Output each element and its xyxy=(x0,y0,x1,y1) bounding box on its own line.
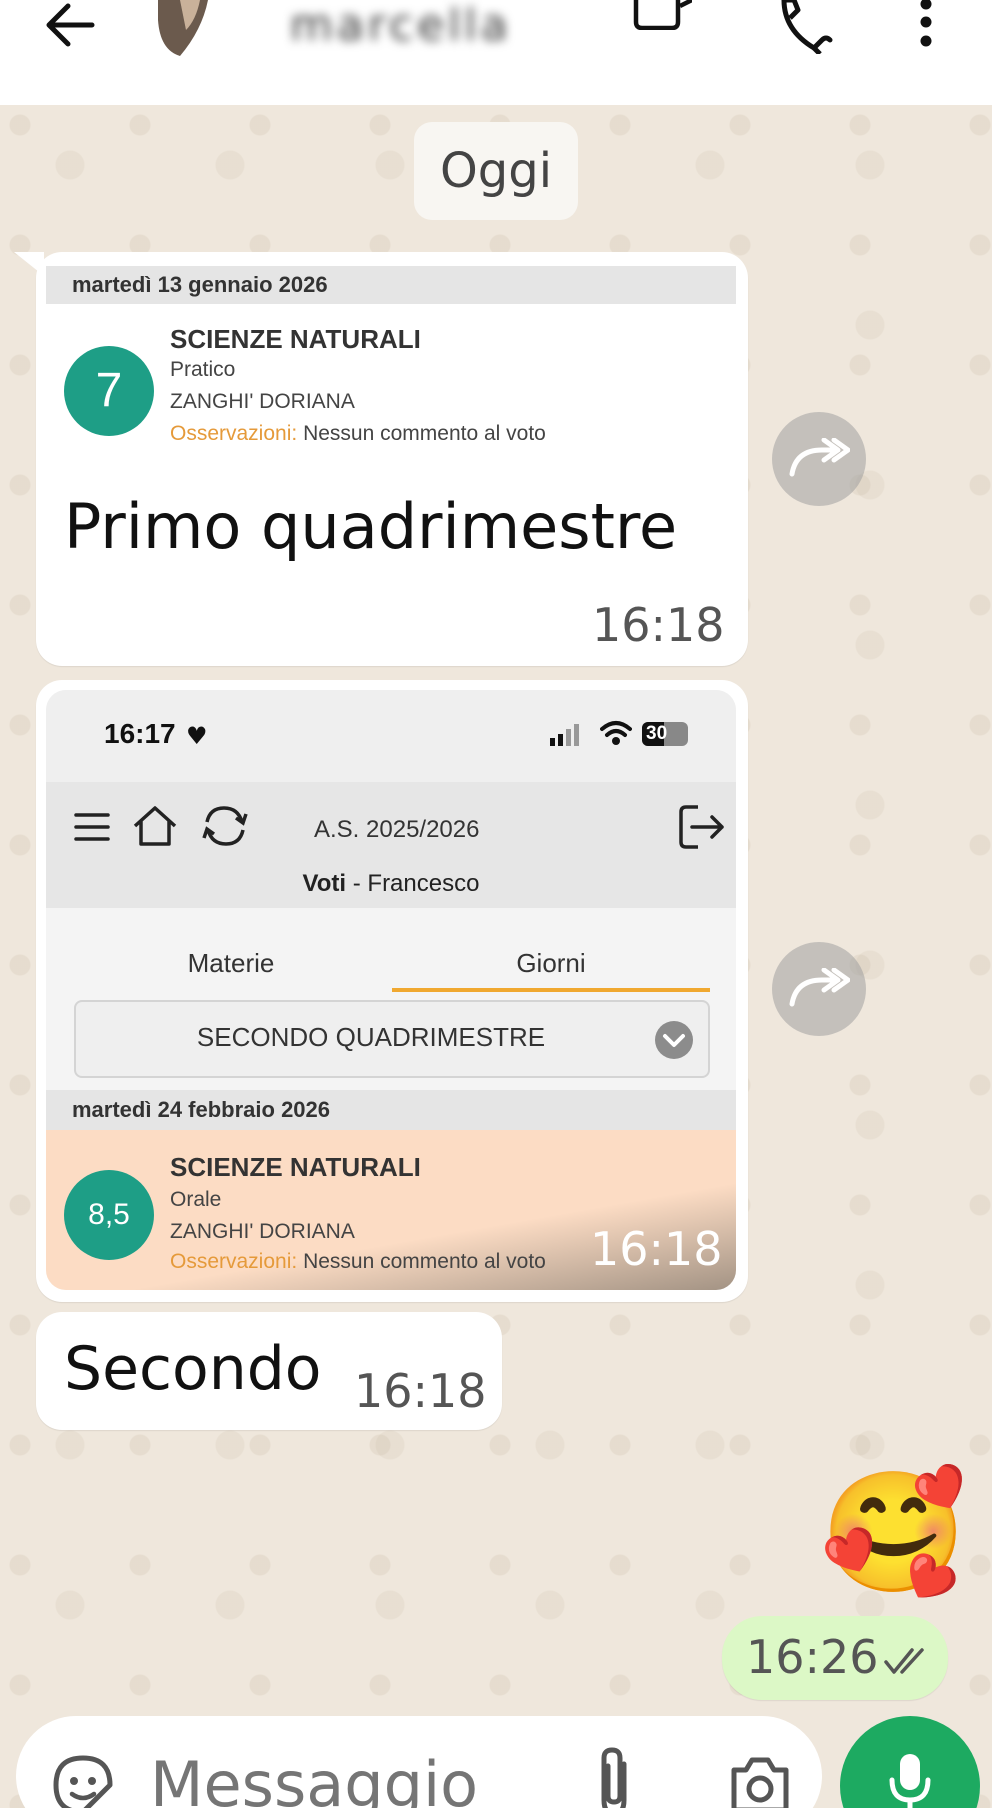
screenshot-status-bar: 16:17 ♥ 30 xyxy=(46,690,736,782)
grade-row: 8,5 SCIENZE NATURALI Orale ZANGHI' DORIA… xyxy=(46,1130,736,1290)
message-time: 16:18 xyxy=(354,1364,487,1418)
card-type: Pratico xyxy=(170,358,236,381)
grades-title: Voti - Francesco xyxy=(46,870,736,898)
wifi-icon xyxy=(600,721,632,745)
back-arrow-icon[interactable] xyxy=(40,0,100,54)
message-bubble[interactable]: martedì 13 gennaio 2026 7 SCIENZE NATURA… xyxy=(14,252,748,666)
card-subject: SCIENZE NATURALI xyxy=(170,324,421,354)
more-options-icon[interactable] xyxy=(918,0,934,54)
chevron-down-icon xyxy=(655,1021,693,1059)
forward-icon xyxy=(789,438,850,477)
forward-button[interactable] xyxy=(772,412,866,506)
message-text: Secondo xyxy=(64,1334,322,1404)
school-year: A.S. 2025/2026 xyxy=(314,816,480,843)
camera-icon[interactable] xyxy=(728,1754,792,1808)
video-call-icon[interactable] xyxy=(632,0,694,34)
card-observation: Osservazioni: Nessun commento al voto xyxy=(170,422,546,446)
active-tab-indicator xyxy=(392,988,710,992)
voice-call-icon[interactable] xyxy=(774,0,834,58)
card-teacher: ZANGHI' DORIANA xyxy=(170,390,355,413)
bubble-tail xyxy=(14,252,44,276)
card-subject: SCIENZE NATURALI xyxy=(170,1152,421,1182)
date-chip: Oggi xyxy=(414,122,578,220)
screenshot-tabs-area: Materie Giorni SECONDO QUADRIMESTRE xyxy=(46,908,736,1078)
message-bubble[interactable]: Secondo 16:18 xyxy=(36,1312,502,1430)
signal-icon xyxy=(550,724,579,746)
outgoing-time-bubble[interactable]: 16:26 xyxy=(722,1616,948,1700)
grade-card: martedì 13 gennaio 2026 7 SCIENZE NATURA… xyxy=(46,266,736,446)
chat-header: marcella xyxy=(0,0,992,105)
tab-materie: Materie xyxy=(187,948,275,978)
forward-icon xyxy=(789,968,850,1007)
card-observation: Osservazioni: Nessun commento al voto xyxy=(170,1250,546,1274)
period-select: SECONDO QUADRIMESTRE xyxy=(74,1000,710,1078)
message-composer[interactable] xyxy=(16,1716,822,1808)
battery-level: 30 xyxy=(646,723,668,744)
observation-text: Nessun commento al voto xyxy=(303,422,546,445)
emoji-message[interactable]: 🥰 xyxy=(820,1462,967,1602)
menu-icon xyxy=(74,813,110,841)
forward-button[interactable] xyxy=(772,942,866,1036)
contact-name[interactable]: marcella xyxy=(290,0,512,51)
grades-title-bold: Voti xyxy=(302,870,347,897)
attach-icon[interactable] xyxy=(594,1746,634,1808)
screenshot-image[interactable]: 16:17 ♥ 30 A.S. 2025/2026 Voti - Frances… xyxy=(46,690,736,1290)
refresh-icon xyxy=(202,806,248,846)
grade-badge: 7 xyxy=(64,346,154,436)
message-text: Primo quadrimestre xyxy=(64,490,678,563)
period-select-value: SECONDO QUADRIMESTRE xyxy=(196,1022,546,1052)
observation-label: Osservazioni: xyxy=(170,422,298,445)
grade-badge: 8,5 xyxy=(64,1170,154,1260)
observation-text: Nessun commento al voto xyxy=(303,1250,546,1273)
card-type: Orale xyxy=(170,1188,222,1211)
heart-icon: ♥ xyxy=(186,722,208,750)
card-teacher: ZANGHI' DORIANA xyxy=(170,1220,355,1243)
message-time: 16:18 xyxy=(590,1222,723,1276)
sticker-icon[interactable] xyxy=(52,1754,114,1808)
screenshot-app-header: A.S. 2025/2026 Voti - Francesco xyxy=(46,782,736,908)
home-icon xyxy=(133,806,177,846)
message-time: 16:18 xyxy=(592,598,725,652)
observation-label: Osservazioni: xyxy=(170,1250,298,1273)
image-message-bubble[interactable]: 16:17 ♥ 30 A.S. 2025/2026 Voti - Frances… xyxy=(36,680,748,1302)
message-input[interactable] xyxy=(150,1736,530,1808)
card-date: martedì 24 febbraio 2026 xyxy=(46,1090,736,1130)
card-date: martedì 13 gennaio 2026 xyxy=(46,266,736,304)
tab-giorni: Giorni xyxy=(516,948,586,978)
double-check-icon xyxy=(884,1648,924,1674)
status-time: 16:17 xyxy=(104,718,176,749)
contact-avatar[interactable] xyxy=(150,0,210,62)
message-time: 16:26 xyxy=(746,1630,879,1684)
microphone-icon xyxy=(889,1754,931,1808)
grades-title-student: - Francesco xyxy=(346,870,480,897)
logout-icon xyxy=(679,805,724,849)
